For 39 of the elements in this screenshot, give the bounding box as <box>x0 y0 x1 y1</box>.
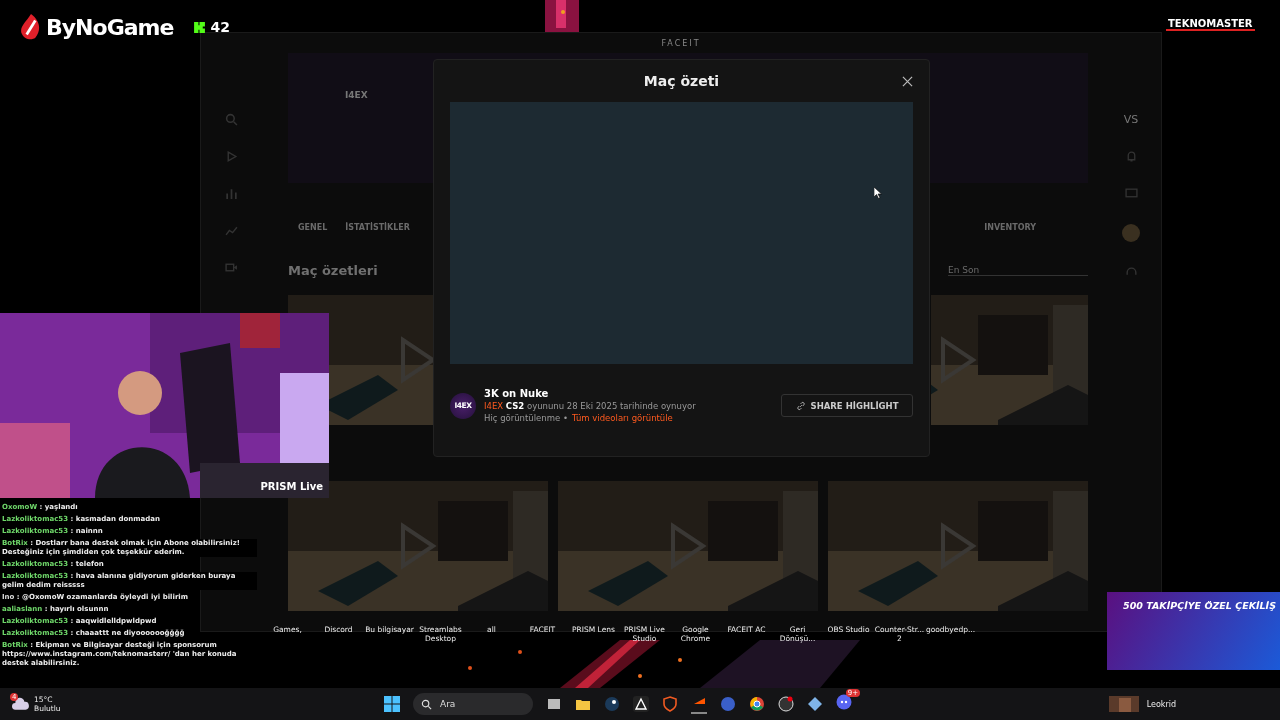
cloud-icon <box>12 697 30 711</box>
webcam-label: PRISM Live <box>260 481 323 492</box>
tab[interactable]: İSTATİSTİKLER <box>345 223 410 245</box>
window-title: FACEIT <box>661 38 701 48</box>
shield-icon[interactable] <box>662 696 678 712</box>
windows-start-icon[interactable] <box>384 696 400 712</box>
all-videos-link[interactable]: Tüm videoları görüntüle <box>571 413 673 423</box>
window-icon[interactable] <box>546 696 562 712</box>
stream-user-name: Leokrid <box>1146 699 1176 709</box>
steam-icon[interactable] <box>604 696 620 712</box>
circle-app-icon[interactable] <box>720 696 736 712</box>
diamond-app-icon[interactable] <box>807 696 823 712</box>
chrome-icon[interactable] <box>749 696 765 712</box>
clip-meta: I4EX CS2 oyununu 28 Eki 2025 tarihinde oynuyor <box>484 401 697 411</box>
profile-name: I4EX <box>345 90 368 100</box>
channel-logo-text: ByNoGame <box>46 14 174 40</box>
flame-logo-icon <box>20 14 42 40</box>
view-count: Hiç görüntülenme • <box>484 413 568 423</box>
sponsor-logo-text: TEKNOMASTER <box>1166 18 1255 31</box>
search-field[interactable]: Ara <box>413 693 533 715</box>
link-icon <box>795 400 806 411</box>
discord-icon[interactable] <box>836 694 852 710</box>
search-input[interactable]: Ara <box>438 698 522 710</box>
section-title: Maç özetleri <box>288 262 378 278</box>
tab[interactable]: GENEL <box>298 223 328 245</box>
viewer-count: 42 <box>210 19 230 35</box>
search-icon <box>421 698 432 710</box>
mouse-cursor-icon <box>874 187 882 199</box>
obs-icon[interactable] <box>778 696 794 712</box>
sort-dropdown[interactable]: En Son <box>948 264 1088 276</box>
clip-title: 3K on Nuke <box>484 388 550 399</box>
tab[interactable]: INVENTORY <box>984 223 1036 245</box>
vs-label: VS <box>1123 113 1139 126</box>
triangle-icon[interactable] <box>633 696 649 712</box>
share-button[interactable]: SHARE HİGHLİGHT <box>781 394 913 417</box>
close-icon[interactable] <box>902 76 913 87</box>
modal-title: Maç özeti <box>643 73 720 89</box>
kick-icon <box>193 20 207 34</box>
giveaway-title: 500 TAKİPÇİYE ÖZEL ÇEKİLİŞ <box>1123 600 1276 613</box>
